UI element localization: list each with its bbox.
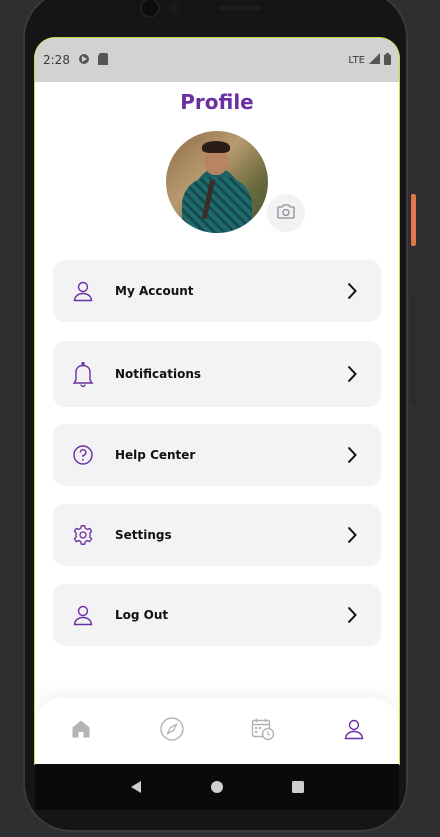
help-circle-icon	[71, 443, 95, 467]
back-icon[interactable]	[126, 777, 146, 797]
volume-button[interactable]	[411, 295, 416, 405]
status-bar: 2:28 LTE	[35, 38, 399, 82]
proximity-sensor	[171, 3, 179, 13]
nav-calendar[interactable]	[239, 707, 287, 755]
bell-icon	[71, 361, 95, 387]
signal-icon	[369, 53, 380, 67]
power-button[interactable]	[411, 194, 416, 246]
home-icon	[71, 719, 91, 743]
menu-item-notifications[interactable]: Notifications	[53, 341, 381, 407]
system-navigation-bar	[35, 764, 399, 810]
home-circle-icon[interactable]	[207, 777, 227, 797]
chevron-right-icon	[345, 282, 359, 300]
recents-icon[interactable]	[288, 777, 308, 797]
user-icon	[343, 718, 365, 744]
menu-item-settings[interactable]: Settings	[53, 504, 381, 566]
sd-card-icon	[97, 52, 108, 68]
menu-item-label: Log Out	[115, 608, 169, 622]
play-protect-icon	[78, 53, 90, 68]
nav-explore[interactable]	[148, 707, 196, 755]
avatar[interactable]	[166, 131, 268, 233]
menu-item-label: Settings	[115, 528, 172, 542]
battery-icon	[384, 52, 391, 68]
status-time: 2:28	[43, 53, 70, 67]
app-screen: 2:28 LTE Profile My Account Notification…	[35, 38, 399, 764]
menu-item-label: Notifications	[115, 367, 202, 381]
compass-icon	[159, 717, 184, 745]
network-type: LTE	[348, 54, 365, 66]
chevron-right-icon	[345, 365, 359, 383]
chevron-right-icon	[345, 446, 359, 464]
chevron-right-icon	[345, 526, 359, 544]
earpiece-speaker	[219, 6, 261, 10]
bottom-navigation	[35, 698, 399, 764]
page-title: Profile	[180, 90, 254, 114]
chevron-right-icon	[345, 606, 359, 624]
menu-item-label: Help Center	[115, 448, 196, 462]
menu-item-help-center[interactable]: Help Center	[53, 424, 381, 486]
gear-icon	[71, 523, 95, 547]
nav-home[interactable]	[57, 707, 105, 755]
user-icon	[71, 279, 95, 303]
menu-item-log-out[interactable]: Log Out	[53, 584, 381, 646]
change-photo-button[interactable]	[267, 194, 305, 232]
user-icon	[71, 603, 95, 627]
nav-profile[interactable]	[330, 707, 378, 755]
camera-icon	[277, 203, 295, 223]
menu-item-label: My Account	[115, 284, 194, 298]
calendar-clock-icon	[251, 717, 275, 745]
menu-item-my-account[interactable]: My Account	[53, 260, 381, 322]
front-camera	[142, 0, 158, 16]
